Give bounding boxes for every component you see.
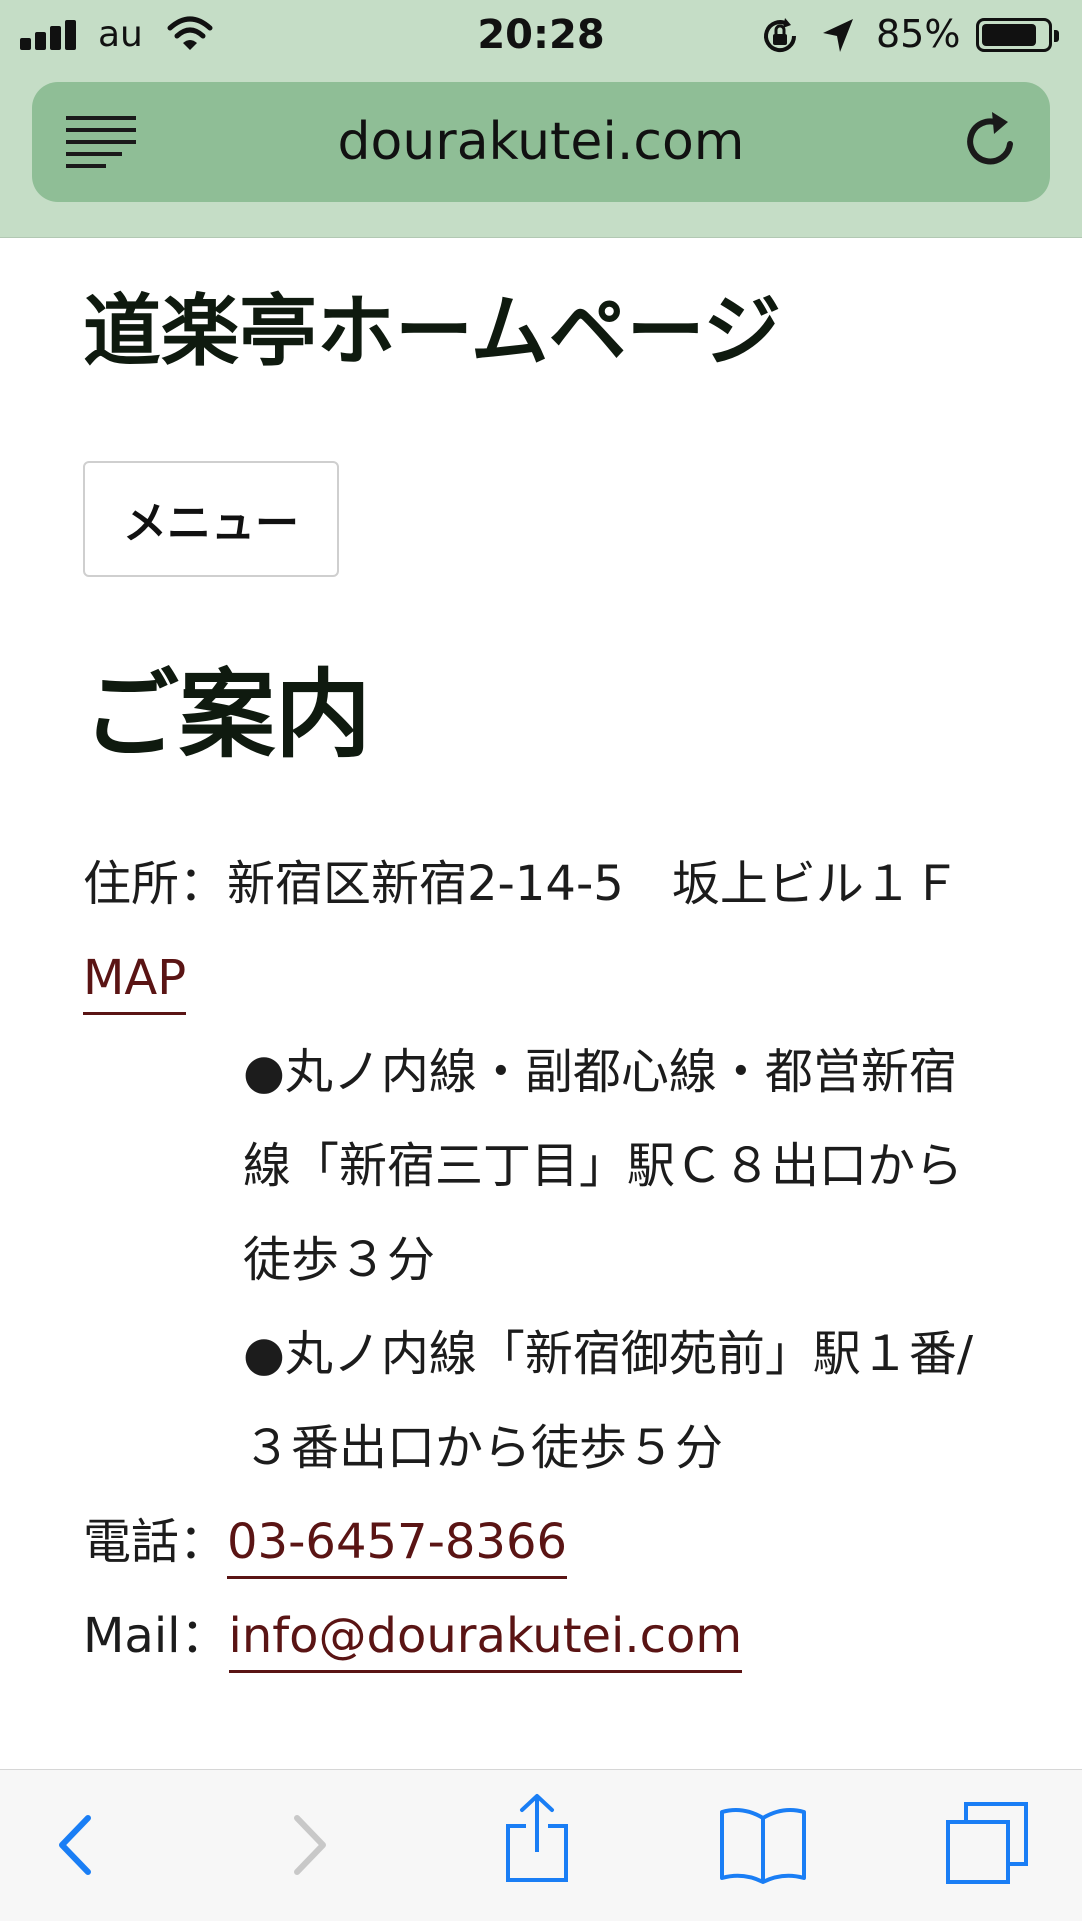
battery-percent: 85% bbox=[876, 12, 961, 56]
share-icon[interactable] bbox=[502, 1792, 572, 1884]
status-bar: au 20:28 85% bbox=[0, 0, 1082, 70]
address-bar[interactable]: dourakutei.com bbox=[32, 82, 1050, 202]
location-arrow-icon bbox=[823, 19, 853, 52]
reload-icon[interactable] bbox=[958, 108, 1024, 174]
battery-level-fill bbox=[982, 24, 1036, 46]
phone-link[interactable]: 03-6457-8366 bbox=[227, 1514, 568, 1579]
url-text[interactable]: dourakutei.com bbox=[32, 112, 1050, 172]
address-label: 住所： bbox=[83, 856, 228, 912]
mail-line: Mail：info@dourakutei.com bbox=[83, 1589, 1003, 1683]
mail-link[interactable]: info@dourakutei.com bbox=[228, 1608, 743, 1673]
map-link[interactable]: MAP bbox=[83, 950, 187, 1015]
forward-arrow-icon[interactable] bbox=[285, 1810, 335, 1880]
info-block: 住所：新宿区新宿2-14-5 坂上ビル１Ｆ MAP ●丸ノ内線・副都心線・都営新… bbox=[83, 837, 1003, 1683]
address-line: 住所：新宿区新宿2-14-5 坂上ビル１Ｆ MAP bbox=[83, 837, 1003, 1025]
access-line-1: ●丸ノ内線・副都心線・都営新宿線「新宿三丁目」駅Ｃ８出口から徒歩３分 bbox=[243, 1044, 964, 1288]
tabs-icon[interactable] bbox=[944, 1800, 1030, 1886]
address-text: 新宿区新宿2-14-5 坂上ビル１Ｆ bbox=[227, 856, 1008, 912]
phone-line: 電話：03-6457-8366 bbox=[83, 1495, 1003, 1589]
bookmarks-icon[interactable] bbox=[718, 1804, 808, 1884]
battery-icon bbox=[976, 18, 1059, 52]
section-title: ご案内 bbox=[83, 659, 371, 771]
browser-chrome: au 20:28 85% dourakutei.com bbox=[0, 0, 1082, 238]
mail-label: Mail： bbox=[83, 1608, 229, 1664]
site-title: 道楽亭ホームページ bbox=[83, 287, 782, 377]
access-line-2: ●丸ノ内線「新宿御苑前」駅１番/３番出口から徒歩５分 bbox=[243, 1326, 974, 1476]
back-arrow-icon[interactable] bbox=[50, 1810, 100, 1880]
rotation-lock-icon bbox=[764, 18, 797, 53]
bottom-toolbar bbox=[0, 1769, 1082, 1921]
menu-button[interactable]: メニュー bbox=[83, 461, 339, 577]
phone-label: 電話： bbox=[83, 1514, 228, 1570]
